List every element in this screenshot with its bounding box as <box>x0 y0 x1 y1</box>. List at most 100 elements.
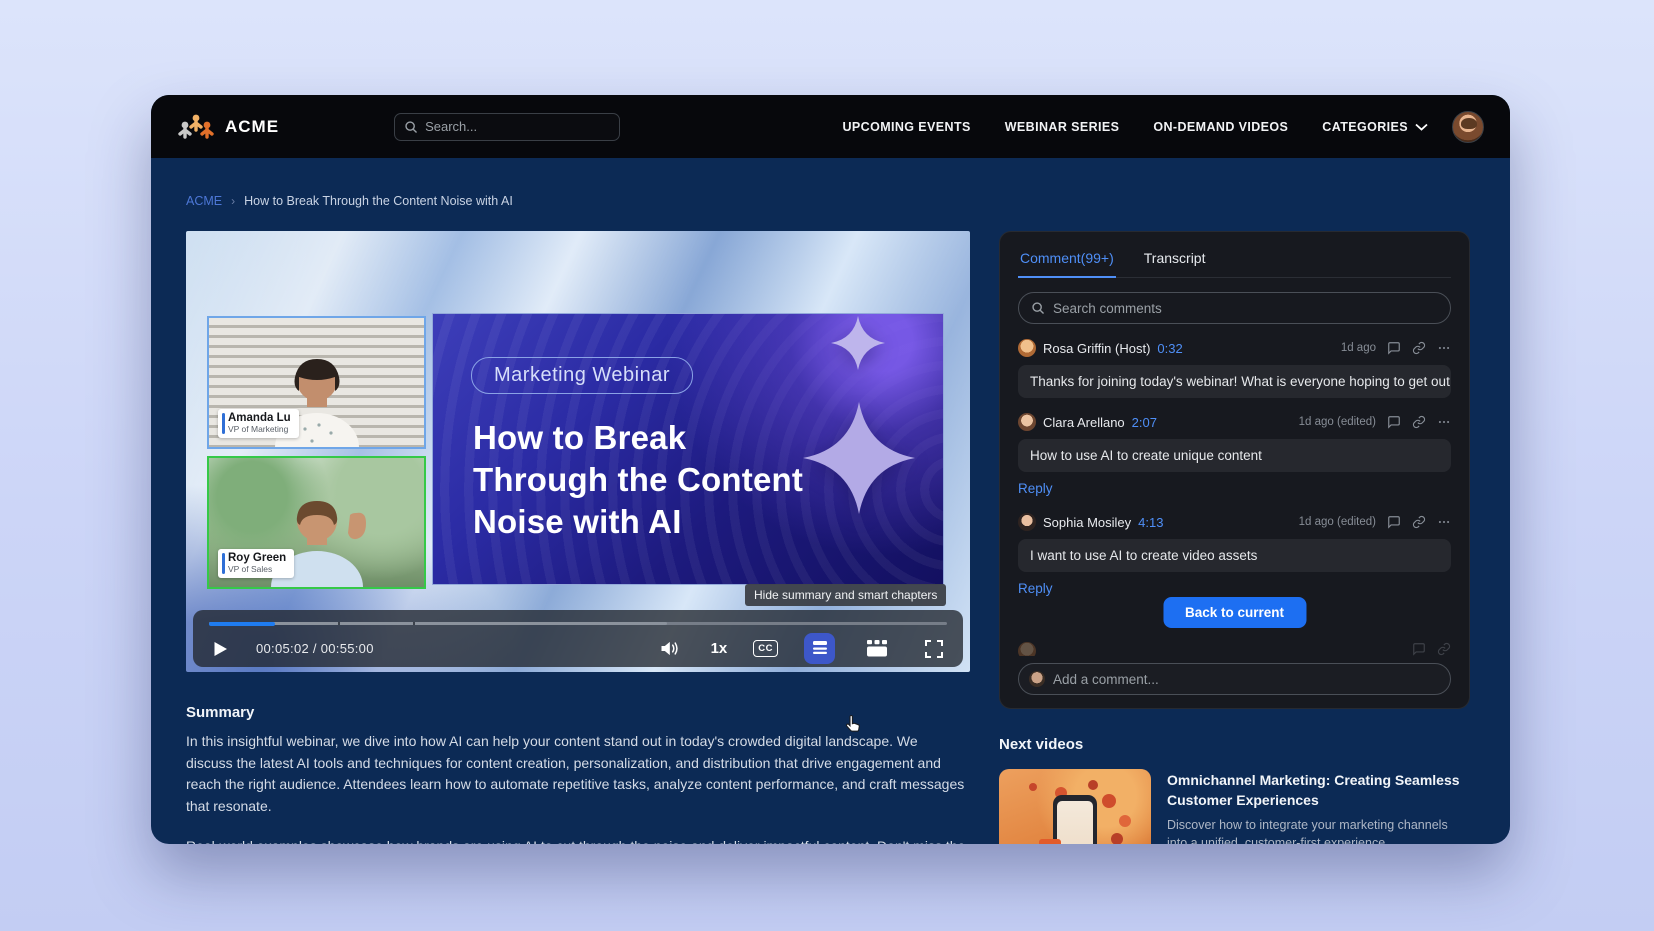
panel-tabs: Comment(99+) Transcript <box>1018 246 1451 278</box>
more-options-icon[interactable] <box>1437 515 1451 529</box>
copy-link-icon[interactable] <box>1412 415 1426 429</box>
speaker-role: VP of Sales <box>228 565 286 575</box>
search-input[interactable] <box>425 119 610 134</box>
chevron-right-icon: › <box>231 194 235 208</box>
decorative-star-shape <box>803 402 915 514</box>
add-comment-box <box>1018 663 1451 695</box>
nav-item-categories-label: CATEGORIES <box>1322 120 1408 134</box>
reply-link[interactable]: Reply <box>1018 481 1053 496</box>
commenter-avatar <box>1018 513 1036 531</box>
thumbnail-phone-illustration <box>1053 795 1097 844</box>
commenter-avatar <box>1018 642 1036 656</box>
copy-link-icon[interactable] <box>1412 515 1426 529</box>
next-video-thumbnail <box>999 769 1151 844</box>
comment-age: 1d ago (edited) <box>1299 416 1376 428</box>
top-nav: ACME UPCOMING EVENTS WEBINAR SERIES ON-D… <box>151 95 1510 158</box>
speaker-nametag-roy: Roy Green VP of Sales <box>218 549 294 578</box>
comment-item: Rosa Griffin (Host) 0:32 1d ago Thanks f… <box>1018 339 1451 398</box>
breadcrumb-current: How to Break Through the Content Noise w… <box>244 194 513 208</box>
comment-author: Rosa Griffin (Host) <box>1043 341 1150 356</box>
hide-summary-tooltip: Hide summary and smart chapters <box>745 584 946 606</box>
playback-speed-button[interactable]: 1x <box>711 640 728 657</box>
comment-text: How to use AI to create unique content <box>1018 439 1451 472</box>
nav-search <box>394 113 620 141</box>
comment-author: Clara Arellano <box>1043 415 1125 430</box>
breadcrumb-home-link[interactable]: ACME <box>186 194 222 208</box>
search-icon <box>404 120 418 134</box>
next-videos-heading: Next videos <box>999 736 1470 753</box>
next-video-description: Discover how to integrate your marketing… <box>1167 817 1470 844</box>
commenter-avatar <box>1018 339 1036 357</box>
summary-section: Summary In this insightful webinar, we d… <box>186 704 968 844</box>
summary-paragraph-1: In this insightful webinar, we dive into… <box>186 731 968 818</box>
summary-paragraph-2: Real-world examples showcase how brands … <box>186 836 968 844</box>
brand[interactable]: ACME <box>177 112 279 142</box>
play-button[interactable] <box>207 635 234 663</box>
controls-right: 1x CC <box>653 633 949 664</box>
current-user-avatar <box>1029 671 1045 687</box>
closed-captions-button[interactable]: CC <box>753 640 778 657</box>
controls-row: 00:05:02 / 00:55:00 1x CC <box>207 630 949 667</box>
add-comment-input[interactable] <box>1053 672 1440 687</box>
progress-bar[interactable] <box>209 622 947 625</box>
comment-item: Clara Arellano 2:07 1d ago (edited) How … <box>1018 413 1451 498</box>
summary-heading: Summary <box>186 704 968 721</box>
video-player[interactable]: Amanda Lu VP of Marketing Roy Green <box>186 231 970 672</box>
chapter-marker <box>338 622 340 625</box>
summary-chapters-toggle-button[interactable] <box>804 633 835 664</box>
thumbnail-decor-dots <box>1029 783 1037 791</box>
breadcrumb: ACME › How to Break Through the Content … <box>186 194 513 208</box>
tab-transcript[interactable]: Transcript <box>1142 246 1208 277</box>
next-videos-section: Next videos Omnichannel Marketing: Creat… <box>999 736 1470 844</box>
speaker-video-amanda: Amanda Lu VP of Marketing <box>207 316 426 449</box>
decorative-star-shape-small <box>831 316 885 370</box>
slide-title: How to Break Through the Content Noise w… <box>473 417 803 543</box>
comments-search-input[interactable] <box>1053 301 1438 316</box>
app-window: ACME UPCOMING EVENTS WEBINAR SERIES ON-D… <box>151 95 1510 844</box>
webinar-slide: Marketing Webinar How to Break Through t… <box>432 313 944 585</box>
speaker-role: VP of Marketing <box>228 425 291 435</box>
time-display: 00:05:02 / 00:55:00 <box>256 641 374 656</box>
comment-video-timestamp[interactable]: 0:32 <box>1157 341 1182 356</box>
volume-icon[interactable] <box>653 634 685 663</box>
fullscreen-button[interactable] <box>919 634 949 664</box>
more-options-icon[interactable] <box>1437 341 1451 355</box>
comment-text: Thanks for joining today's webinar! What… <box>1018 365 1451 398</box>
search-icon <box>1031 301 1045 315</box>
user-avatar[interactable] <box>1452 111 1484 143</box>
copy-link-icon[interactable] <box>1412 341 1426 355</box>
more-options-icon[interactable] <box>1437 415 1451 429</box>
comment-item: Sophia Mosiley 4:13 1d ago (edited) I wa… <box>1018 513 1451 598</box>
chevron-down-icon <box>1415 123 1428 131</box>
reply-link[interactable]: Reply <box>1018 581 1053 596</box>
nav-item-webinar-series[interactable]: WEBINAR SERIES <box>1005 120 1120 134</box>
partial-comment-row <box>1018 642 1451 656</box>
comments-search <box>1018 292 1451 324</box>
progress-fill <box>209 622 275 626</box>
next-video-title[interactable]: Omnichannel Marketing: Creating Seamless… <box>1167 771 1470 810</box>
reply-bubble-icon[interactable] <box>1387 415 1401 429</box>
commenter-avatar <box>1018 413 1036 431</box>
reply-bubble-icon[interactable] <box>1387 341 1401 355</box>
chapter-marker <box>413 622 415 625</box>
comment-video-timestamp[interactable]: 4:13 <box>1138 515 1163 530</box>
page-body: ACME › How to Break Through the Content … <box>151 158 1510 844</box>
speaker-nametag-amanda: Amanda Lu VP of Marketing <box>218 409 299 438</box>
nav-item-on-demand-videos[interactable]: ON-DEMAND VIDEOS <box>1153 120 1288 134</box>
thumbnail-cart-illustration <box>1039 839 1061 844</box>
nav-item-categories[interactable]: CATEGORIES <box>1322 120 1428 134</box>
reply-bubble-icon[interactable] <box>1387 515 1401 529</box>
chapters-grid-icon[interactable] <box>861 634 893 663</box>
copy-link-icon <box>1437 642 1451 656</box>
video-controls-bar: 00:05:02 / 00:55:00 1x CC <box>193 610 963 667</box>
comment-video-timestamp[interactable]: 2:07 <box>1132 415 1157 430</box>
progress-buffered <box>209 622 667 625</box>
slide-badge: Marketing Webinar <box>471 357 693 394</box>
comment-age: 1d ago (edited) <box>1299 516 1376 528</box>
back-to-current-button[interactable]: Back to current <box>1163 597 1306 628</box>
next-video-card[interactable]: Omnichannel Marketing: Creating Seamless… <box>999 769 1470 844</box>
comment-text: I want to use AI to create video assets <box>1018 539 1451 572</box>
brand-name: ACME <box>225 117 279 137</box>
tab-comments[interactable]: Comment(99+) <box>1018 246 1116 278</box>
nav-item-upcoming-events[interactable]: UPCOMING EVENTS <box>842 120 970 134</box>
